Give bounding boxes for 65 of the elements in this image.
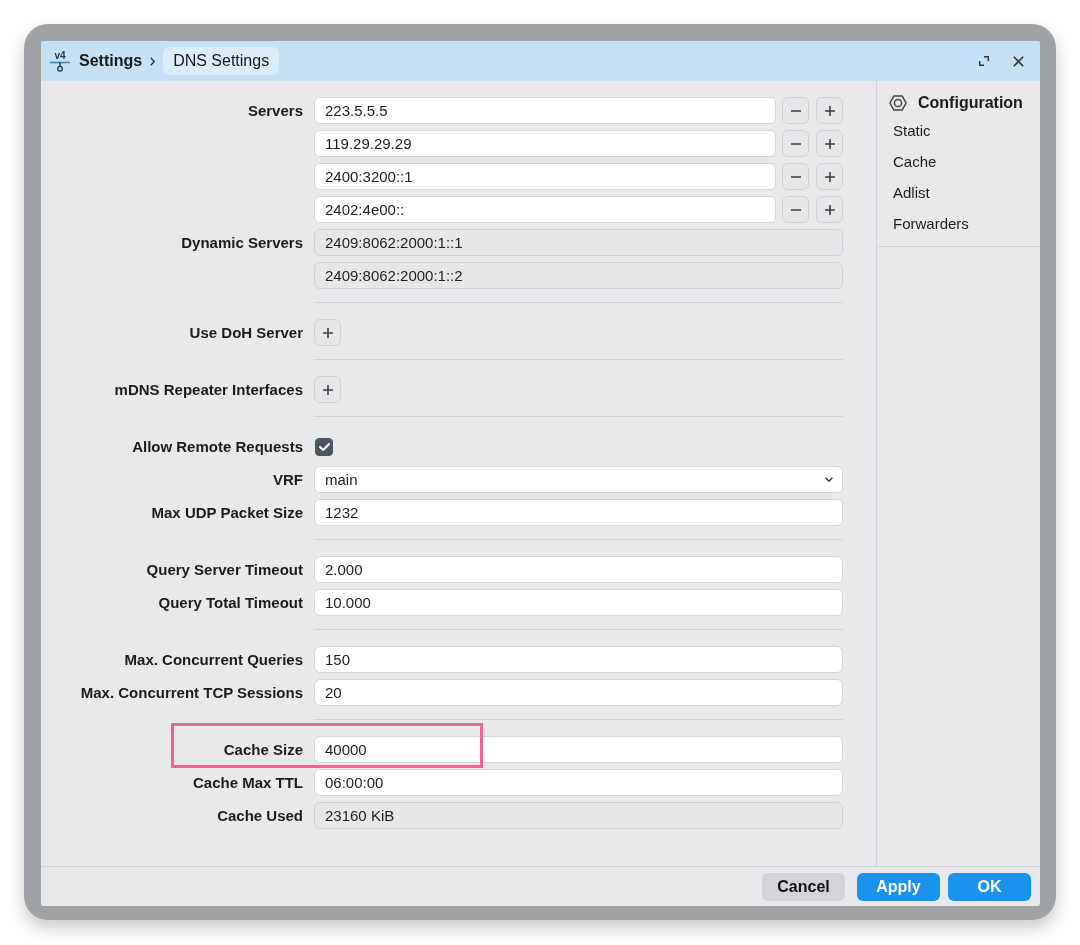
input-field[interactable]: 2400:3200::1 — [314, 163, 776, 190]
remove-button[interactable] — [782, 130, 809, 157]
plus-icon — [824, 105, 835, 116]
field-label: Max UDP Packet Size — [150, 503, 303, 523]
sidebar-item[interactable]: Forwarders — [877, 208, 1040, 239]
plus-icon — [322, 327, 333, 338]
field-label: Max. Concurrent TCP Sessions — [79, 683, 303, 703]
sidebar-item[interactable]: Adlist — [877, 177, 1040, 208]
breadcrumb-item[interactable]: DNS Settings — [163, 47, 280, 75]
breadcrumb-item[interactable]: Settings — [79, 52, 143, 70]
add-button[interactable] — [314, 376, 341, 403]
field-label: Cache Used — [216, 806, 303, 826]
plus-icon — [824, 204, 835, 215]
field-label: Max. Concurrent Queries — [123, 650, 303, 670]
remove-button[interactable] — [782, 196, 809, 223]
remove-button[interactable] — [782, 97, 809, 124]
input-field[interactable]: 2402:4e00:: — [314, 196, 776, 223]
field-label: Allow Remote Requests — [131, 437, 303, 457]
minus-icon — [790, 142, 801, 145]
field-label: Query Total Timeout — [157, 593, 303, 613]
field-label: Servers — [246, 101, 303, 121]
input-field[interactable]: 10.000 — [314, 589, 843, 616]
plus-icon — [824, 138, 835, 149]
sidebar-heading: Configuration — [918, 94, 1023, 112]
input-field[interactable]: 150 — [314, 646, 843, 673]
input-field[interactable]: 1232 — [314, 499, 843, 526]
close-icon[interactable] — [1013, 55, 1024, 67]
sidebar-item[interactable]: Static — [877, 115, 1040, 146]
secondary-button[interactable]: Cancel — [762, 872, 845, 901]
input-field[interactable]: 2.000 — [314, 556, 843, 583]
field-label: VRF — [272, 470, 303, 490]
readonly-field[interactable]: 23160 KiB — [314, 802, 843, 829]
readonly-field[interactable]: 2409:8062:2000:1::1 — [314, 229, 843, 256]
input-field[interactable]: 20 — [314, 679, 843, 706]
checkbox[interactable] — [315, 437, 333, 456]
chevron-right-icon — [150, 56, 156, 66]
add-button[interactable] — [816, 130, 843, 157]
remove-button[interactable] — [782, 163, 809, 190]
expand-icon[interactable] — [979, 56, 989, 66]
dropdown[interactable]: main — [314, 466, 843, 493]
readonly-field[interactable]: 2409:8062:2000:1::2 — [314, 262, 843, 289]
add-button[interactable] — [816, 97, 843, 124]
field-label: Cache Size — [222, 740, 303, 760]
minus-icon — [790, 208, 801, 211]
input-field[interactable]: 06:00:00 — [314, 769, 843, 796]
chevron-down-icon — [825, 477, 833, 482]
hexagon-icon — [889, 94, 907, 112]
add-button[interactable] — [816, 196, 843, 223]
add-button[interactable] — [816, 163, 843, 190]
input-field[interactable]: 223.5.5.5 — [314, 97, 776, 124]
plus-icon — [824, 171, 835, 182]
minus-icon — [790, 109, 801, 112]
field-label: Dynamic Servers — [180, 233, 303, 253]
app-logo: v4 — [50, 50, 70, 72]
input-field[interactable]: 40000 — [314, 736, 843, 763]
add-button[interactable] — [314, 319, 341, 346]
input-field[interactable]: 119.29.29.29 — [314, 130, 776, 157]
plus-icon — [322, 384, 333, 395]
field-label: mDNS Repeater Interfaces — [113, 380, 303, 400]
check-icon — [318, 442, 330, 451]
field-label: Query Server Timeout — [145, 560, 303, 580]
sidebar-item[interactable]: Cache — [877, 146, 1040, 177]
field-label: Cache Max TTL — [191, 773, 303, 793]
field-label: Use DoH Server — [188, 323, 303, 343]
minus-icon — [790, 175, 801, 178]
